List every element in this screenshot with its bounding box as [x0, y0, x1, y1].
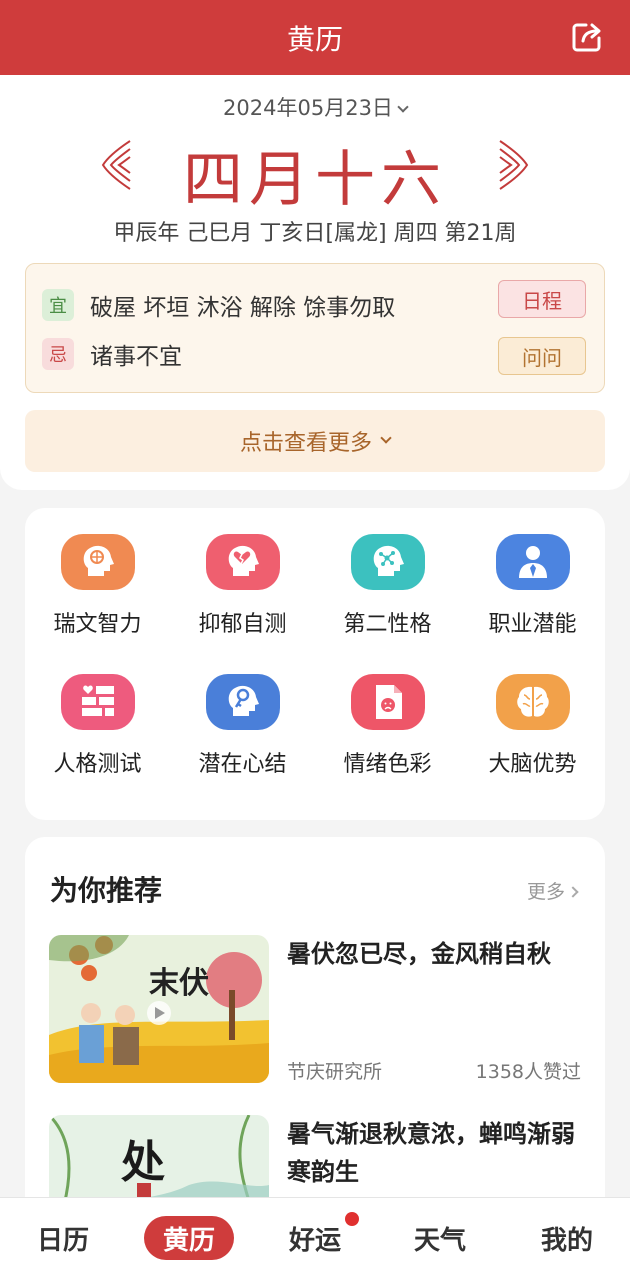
chevron-down-icon — [380, 432, 392, 444]
share-edit-icon[interactable] — [570, 20, 604, 54]
more-link[interactable]: 更多 — [526, 877, 579, 904]
sad-document-icon — [350, 674, 425, 730]
ganzhi-info: 甲辰年 己巳月 丁亥日[属龙] 周四 第21周 — [113, 221, 517, 246]
chevron-right-icon — [567, 886, 579, 898]
grid-item-emotion-color[interactable]: 情绪色彩 — [315, 648, 460, 778]
yi-ji-box: 宜 破屋 坏垣 沐浴 解除 馀事勿取 忌 诸事不宜 日程 问问 — [25, 263, 605, 393]
grid-item-brain-advantage[interactable]: 大脑优势 — [460, 648, 605, 778]
grid-item-raven-iq[interactable]: 瑞文智力 — [25, 508, 170, 638]
see-more-button[interactable]: 点击查看更多 — [25, 410, 605, 472]
page-title: 黄历 — [286, 22, 343, 56]
lunar-date: 四月十六 — [183, 145, 447, 215]
tab-calendar[interactable]: 日历 — [18, 1216, 108, 1260]
grid-item-career-potential[interactable]: 职业潜能 — [460, 508, 605, 638]
brain-head-icon — [60, 534, 135, 590]
grid-item-second-personality[interactable]: 第二性格 — [315, 508, 460, 638]
article-title: 暑气渐退秋意浓，蝉鸣渐弱寒韵生 — [287, 1120, 575, 1186]
heart-bricks-icon — [60, 674, 135, 730]
grid-item-label: 第二性格 — [343, 612, 432, 637]
see-more-label: 点击查看更多 — [239, 431, 372, 456]
test-grid: 瑞文智力 抑郁自测 第二性格 职业潜能 人格测试 潜在心结 情绪色彩 大脑优势 — [25, 508, 605, 820]
tab-mine[interactable]: 我的 — [522, 1216, 612, 1260]
grid-item-label: 潜在心结 — [198, 752, 287, 777]
thumb-calligraphy: 处 — [121, 1137, 165, 1188]
businessman-icon — [495, 534, 570, 590]
ji-text: 诸事不宜 — [90, 344, 182, 370]
grid-item-label: 大脑优势 — [488, 752, 577, 777]
broken-heart-head-icon — [205, 534, 280, 590]
notification-badge — [345, 1212, 359, 1226]
yi-text: 破屋 坏垣 沐浴 解除 馀事勿取 — [90, 295, 396, 321]
section-title: 为你推荐 — [50, 874, 163, 907]
schedule-button[interactable]: 日程 — [498, 280, 586, 318]
grid-item-label: 瑞文智力 — [53, 612, 142, 637]
ji-tag: 忌 — [42, 338, 74, 370]
tab-weather[interactable]: 天气 — [395, 1216, 485, 1260]
article-likes: 1358人赞过 — [475, 1061, 581, 1083]
article-title: 暑伏忽已尽，金风稍自秋 — [287, 940, 551, 968]
ask-button[interactable]: 问问 — [498, 337, 586, 375]
next-day-ornament-icon[interactable] — [496, 137, 530, 193]
bottom-tab-bar: 日历 黄历 好运 天气 我的 — [0, 1197, 630, 1280]
grid-item-label: 抑郁自测 — [198, 612, 287, 637]
grid-item-personality-test[interactable]: 人格测试 — [25, 648, 170, 778]
molecule-head-icon — [350, 534, 425, 590]
ji-row: 忌 诸事不宜 — [42, 337, 182, 371]
brain-icon — [495, 674, 570, 730]
chevron-down-icon — [397, 101, 409, 113]
grid-item-hidden-knot[interactable]: 潜在心结 — [170, 648, 315, 778]
yi-tag: 宜 — [42, 289, 74, 321]
article-thumbnail: 末伏 — [49, 935, 269, 1083]
date-selector[interactable]: 2024年05月23日 — [0, 92, 630, 122]
grid-item-depression[interactable]: 抑郁自测 — [170, 508, 315, 638]
date-text: 2024年05月23日 — [223, 96, 393, 120]
almanac-card: 2024年05月23日 四月十六 甲辰年 己巳月 丁亥日[属龙] 周四 第21周… — [0, 75, 630, 490]
article-item[interactable]: 末伏 暑伏忽已尽，金风稍自秋 节庆研究所 1358人赞过 — [49, 935, 581, 1085]
article-source: 节庆研究所 — [287, 1061, 383, 1083]
yi-row: 宜 破屋 坏垣 沐浴 解除 馀事勿取 — [42, 288, 395, 322]
key-head-icon — [205, 674, 280, 730]
grid-item-label: 情绪色彩 — [343, 752, 432, 777]
app-header: 黄历 — [0, 0, 630, 75]
grid-item-label: 职业潜能 — [488, 612, 577, 637]
grid-item-label: 人格测试 — [53, 752, 142, 777]
more-label: 更多 — [526, 881, 565, 903]
tab-almanac[interactable]: 黄历 — [144, 1216, 234, 1260]
thumb-calligraphy: 末伏 — [149, 966, 209, 1001]
